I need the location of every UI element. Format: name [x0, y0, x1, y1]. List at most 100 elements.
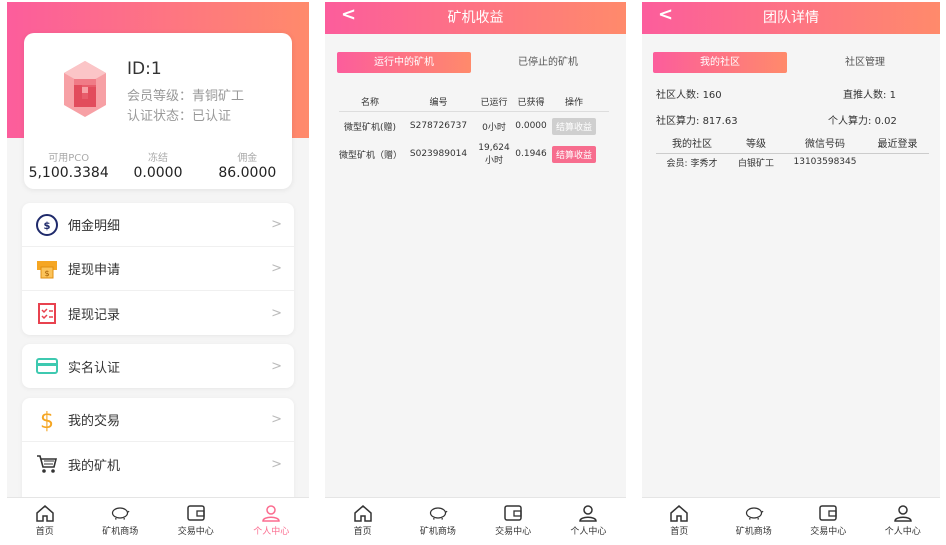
member-level: 会员等级：青铜矿工 — [127, 89, 245, 104]
stat-label: 冻结 — [147, 153, 168, 164]
miner-table: 名称 编号 已运行 已获得 操作 微型矿机(赠) S278726737 0小时 … — [339, 92, 609, 168]
cell-level: 白银矿工 — [737, 158, 774, 169]
chevron-right-icon: > — [271, 456, 282, 472]
home-icon — [353, 505, 372, 522]
tab-label: 个人中心 — [884, 527, 921, 537]
tab-trade-center[interactable]: 交易中心 — [476, 498, 551, 543]
stat-value: 86.0000 — [218, 165, 277, 181]
personal-power: 个人算力: 0.02 — [828, 112, 897, 127]
table-header: 名称 编号 已运行 已获得 操作 — [339, 92, 609, 112]
menu-item-real-name[interactable]: 实名认证 > — [22, 344, 294, 388]
tab-personal-center[interactable]: 个人中心 — [866, 498, 941, 543]
menu-label: 提现申请 — [68, 263, 121, 278]
tab-label: 交易中心 — [810, 527, 847, 537]
col-member: 我的社区 — [672, 139, 712, 150]
record-icon — [34, 300, 60, 326]
community-count: 社区人数: 160 — [656, 86, 722, 101]
col-last-login: 最近登录 — [877, 139, 918, 150]
svg-text:$: $ — [44, 221, 51, 232]
cell-wechat: 13103598345 — [793, 157, 857, 167]
tab-label: 个人中心 — [253, 527, 290, 537]
tab-label: 首页 — [670, 527, 689, 537]
direct-count: 直推人数: 1 — [843, 86, 896, 101]
tab-home[interactable]: 首页 — [7, 498, 83, 543]
tab-miner-mall[interactable]: 矿机商场 — [83, 498, 159, 543]
menu-item-withdraw-apply[interactable]: $ 提现申请 > — [22, 247, 294, 291]
menu-item-withdraw-record[interactable]: 提现记录 > — [22, 291, 294, 335]
tab-my-community[interactable]: 我的社区 — [653, 52, 787, 73]
menu-label: 实名认证 — [68, 360, 121, 376]
tab-community-manage[interactable]: 社区管理 — [798, 52, 932, 73]
cell-name: 微型矿机(赠) — [343, 122, 397, 133]
col-earned: 已获得 — [517, 98, 545, 108]
tab-home[interactable]: 首页 — [325, 498, 400, 543]
user-icon — [262, 505, 281, 522]
user-icon — [893, 505, 912, 522]
tab-miner-mall[interactable]: 矿机商场 — [400, 498, 475, 543]
tab-running-miners[interactable]: 运行中的矿机 — [337, 52, 471, 73]
tab-label: 个人中心 — [570, 527, 607, 537]
tab-home[interactable]: 首页 — [642, 498, 717, 543]
kv-value: 0.02 — [874, 116, 897, 127]
kv-label: 社区算力: — [656, 116, 700, 127]
menu-label: 佣金明细 — [68, 219, 121, 234]
top-header: < 团队详情 — [642, 2, 940, 34]
cart-icon — [34, 451, 60, 477]
chevron-right-icon: > — [271, 358, 282, 374]
cell-earned: 0.0000 — [515, 121, 547, 131]
balance-stats: 可用PCO 5,100.3384 冻结 0.0000 佣金 86.0000 — [24, 149, 292, 181]
miner-earnings-screen: < 矿机收益 运行中的矿机 已停止的矿机 名称 编号 已运行 已获得 操作 微型… — [325, 2, 626, 543]
menu-item-commission[interactable]: $ 佣金明细 > — [22, 203, 294, 247]
wallet-icon — [504, 505, 522, 521]
team-details-screen: < 团队详情 我的社区 社区管理 社区人数: 160 直推人数: 1 社区算力:… — [642, 2, 940, 543]
menu-label: 我的交易 — [68, 414, 121, 429]
chevron-right-icon: > — [271, 261, 282, 276]
wallet-icon — [187, 505, 205, 521]
bottom-tabbar: 首页 矿机商场 交易中心 个人中心 — [325, 497, 626, 543]
menu-group-trade: $ 我的交易 > 我的矿机 > — [22, 398, 294, 508]
back-arrow-icon[interactable]: < — [341, 4, 356, 25]
settle-button[interactable]: 结算收益 — [551, 145, 596, 163]
table-row: 会员: 李秀才 白银矿工 13103598345 — [656, 154, 929, 170]
menu-group-verify: 实名认证 > — [22, 344, 294, 388]
dollar-sign-icon: $ — [34, 407, 60, 433]
chevron-right-icon: > — [271, 305, 282, 321]
tab-label: 矿机商场 — [419, 527, 456, 537]
user-id: ID:1 — [127, 59, 162, 79]
kv-value: 817.63 — [702, 116, 738, 127]
tab-label: 矿机商场 — [735, 527, 772, 537]
col-name: 名称 — [360, 98, 379, 108]
tab-personal-center[interactable]: 个人中心 — [551, 498, 626, 543]
col-action: 操作 — [564, 98, 583, 108]
settle-button[interactable]: 结算收益 — [551, 117, 596, 135]
menu-item-my-miner[interactable]: 我的矿机 > — [22, 442, 294, 486]
pig-icon — [112, 507, 130, 520]
col-runtime: 已运行 — [480, 98, 508, 108]
page-title: 矿机收益 — [447, 10, 504, 26]
stat-label: 佣金 — [237, 153, 258, 164]
verify-status: 认证状态：已认证 — [127, 109, 232, 124]
tab-miner-mall[interactable]: 矿机商场 — [717, 498, 792, 543]
stat-value: 5,100.3384 — [28, 165, 109, 181]
stat-commission: 佣金 86.0000 — [203, 149, 292, 181]
menu-group-finance: $ 佣金明细 > $ 提现申请 > 提现记录 > — [22, 203, 294, 335]
home-icon — [670, 505, 688, 522]
pig-icon — [429, 507, 448, 520]
kv-value: 160 — [702, 90, 722, 101]
tab-personal-center[interactable]: 个人中心 — [234, 498, 310, 543]
menu-item-my-trade[interactable]: $ 我的交易 > — [22, 398, 294, 442]
bottom-tabbar: 首页 矿机商场 交易中心 个人中心 — [7, 497, 309, 543]
dollar-icon: $ — [34, 212, 60, 238]
tab-trade-center[interactable]: 交易中心 — [791, 498, 866, 543]
col-code: 编号 — [429, 98, 448, 108]
tab-stopped-miners[interactable]: 已停止的矿机 — [481, 52, 615, 73]
table-row: 微型矿机（赠） S023989014 19,624小时 0.1946 结算收益 — [339, 140, 609, 168]
kv-value: 1 — [889, 90, 896, 101]
community-power: 社区算力: 817.63 — [656, 112, 738, 127]
top-header: < 矿机收益 — [325, 2, 626, 34]
tab-trade-center[interactable]: 交易中心 — [158, 498, 234, 543]
withdraw-icon: $ — [34, 256, 60, 282]
stat-frozen: 冻结 0.0000 — [113, 149, 202, 181]
back-arrow-icon[interactable]: < — [658, 4, 673, 25]
bottom-tabbar: 首页 矿机商场 交易中心 个人中心 — [642, 497, 940, 543]
